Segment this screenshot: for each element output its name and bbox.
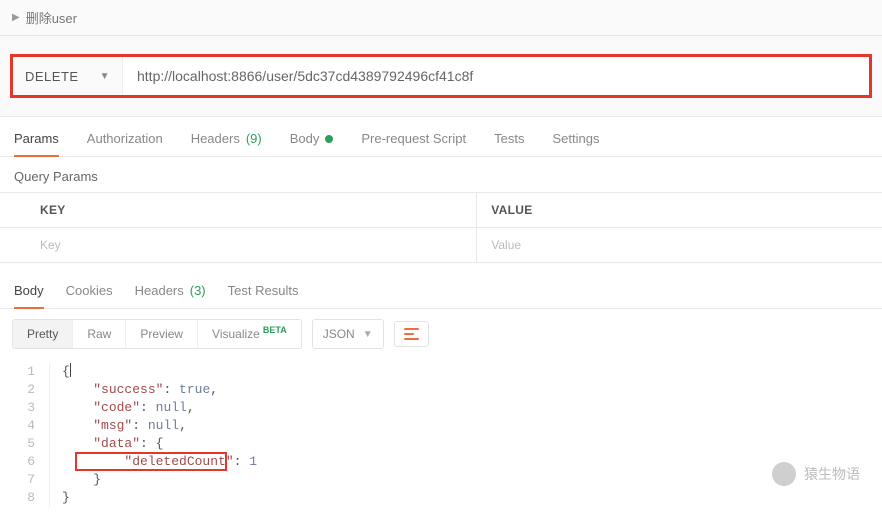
query-params-label: Query Params [0,157,882,192]
wrap-icon [404,328,419,340]
query-params-table: KEY VALUE Key Value [0,192,882,263]
res-tab-headers[interactable]: Headers (3) [135,283,206,298]
visualize-button[interactable]: VisualizeBETA [197,320,301,348]
request-bar: DELETE ▼ http://localhost:8866/user/5dc3… [0,36,882,117]
res-tab-body[interactable]: Body [14,283,44,298]
view-mode-segment: Pretty Raw Preview VisualizeBETA [12,319,302,349]
dot-icon [325,135,333,143]
res-tab-cookies[interactable]: Cookies [66,283,113,298]
breadcrumb-title: 删除user [26,8,77,27]
watermark-icon [772,462,796,486]
res-tab-test-results[interactable]: Test Results [228,283,299,298]
url-input[interactable]: http://localhost:8866/user/5dc37cd438979… [123,57,869,95]
tab-prerequest[interactable]: Pre-request Script [361,131,466,146]
chevron-down-icon: ▼ [100,71,110,82]
code-content[interactable]: { "success": true, "code": null, "msg": … [50,363,257,507]
chevron-down-icon: ▼ [363,329,373,340]
watermark-text: 猿生物语 [804,464,860,484]
tab-settings[interactable]: Settings [552,131,599,146]
response-tabs: Body Cookies Headers (3) Test Results [0,269,882,309]
preview-button[interactable]: Preview [125,320,197,348]
column-key: KEY [0,193,476,227]
tab-tests[interactable]: Tests [494,131,524,146]
line-gutter: 12345678 [0,363,50,507]
breadcrumb: ▶ 删除user [0,0,882,35]
tab-params[interactable]: Params [14,131,59,146]
wrap-lines-button[interactable] [394,321,429,347]
http-method-label: DELETE [25,69,79,84]
chevron-right-icon: ▶ [12,12,20,23]
watermark: 猿生物语 [772,462,860,486]
format-select[interactable]: JSON ▼ [312,319,384,349]
column-value: VALUE [476,193,882,227]
tab-headers[interactable]: Headers (9) [191,131,262,146]
tab-body[interactable]: Body [290,131,334,146]
request-tabs: Params Authorization Headers (9) Body Pr… [0,117,882,157]
url-text: http://localhost:8866/user/5dc37cd438979… [137,68,473,84]
pretty-button[interactable]: Pretty [13,320,72,348]
http-method-select[interactable]: DELETE ▼ [13,57,123,95]
tab-authorization[interactable]: Authorization [87,131,163,146]
response-body: 12345678 { "success": true, "code": null… [0,361,882,517]
value-input[interactable]: Value [476,228,882,262]
beta-badge: BETA [263,325,287,335]
response-toolbar: Pretty Raw Preview VisualizeBETA JSON ▼ [0,309,882,361]
key-input[interactable]: Key [0,228,476,262]
raw-button[interactable]: Raw [72,320,125,348]
